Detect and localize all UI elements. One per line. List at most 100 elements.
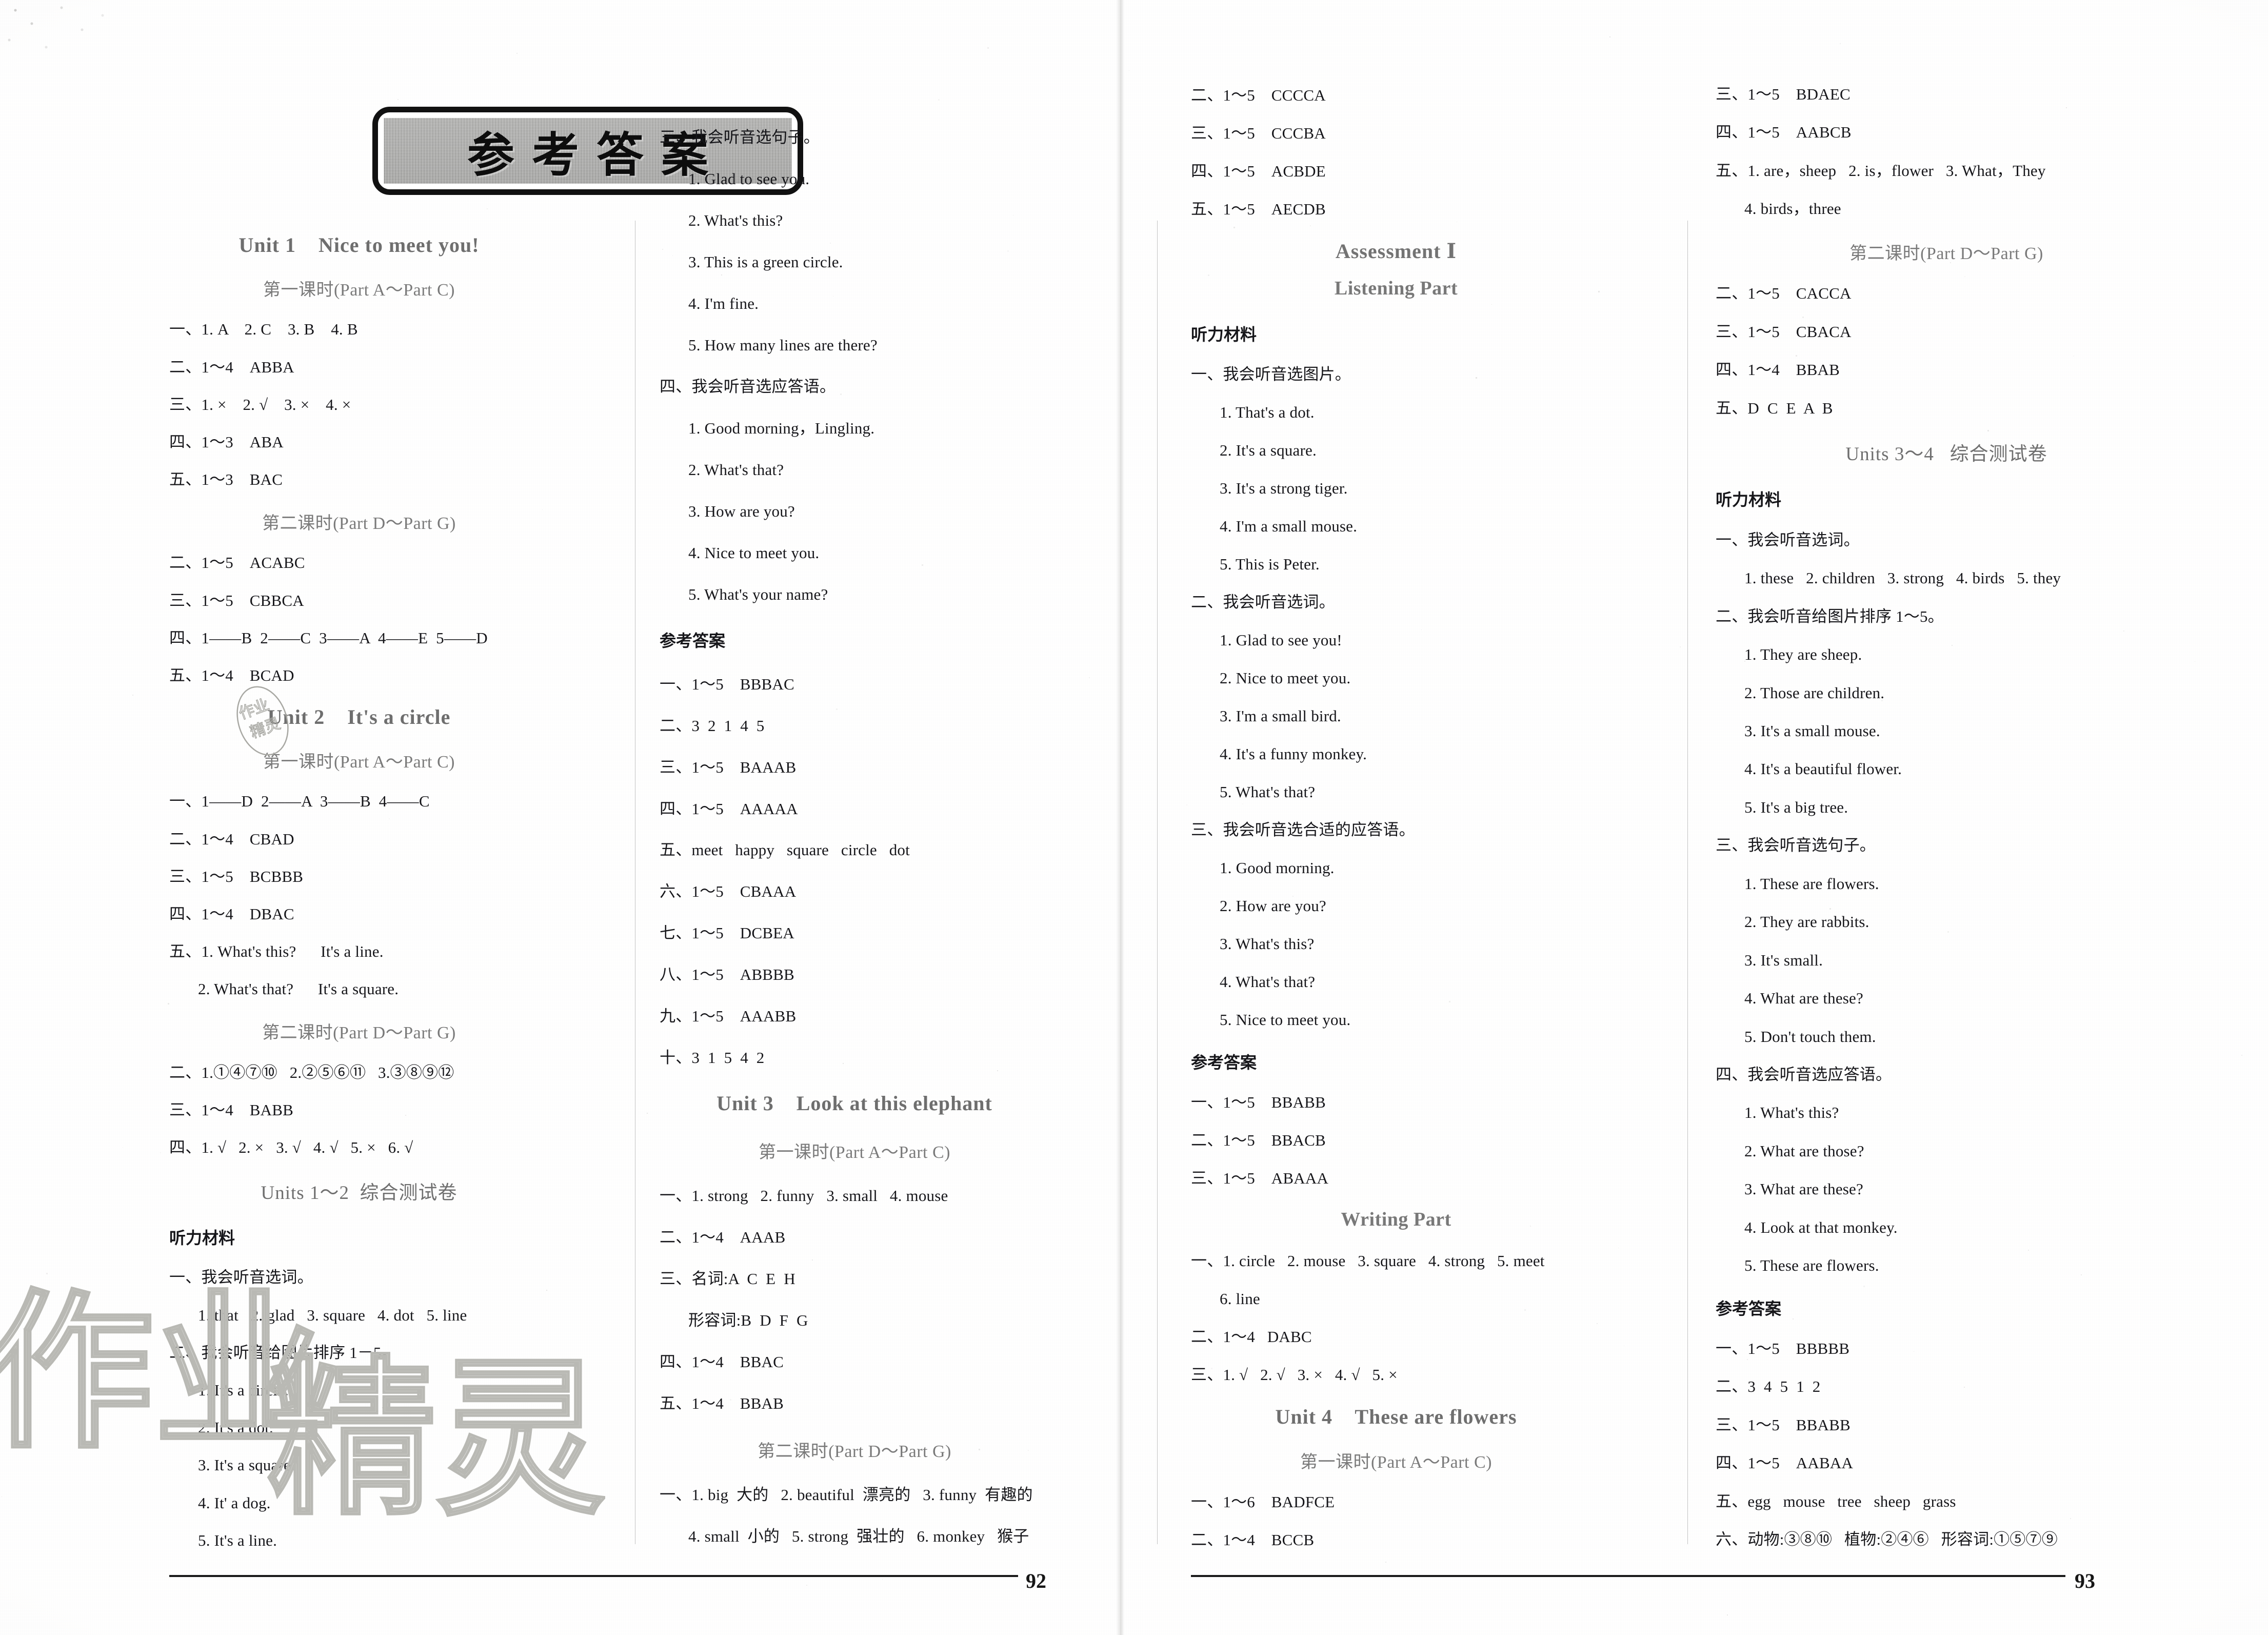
answer-line-indented: 形容词:B D F G — [688, 1311, 808, 1330]
test-paper-heading: Units 1～2 综合测试卷 — [261, 1183, 457, 1204]
page-bottom-rule-right — [1191, 1575, 2065, 1577]
answer-line: 五、1～5 AECDB — [1191, 200, 1326, 218]
answer-line: 二、我会听音选词。 — [1191, 593, 1335, 611]
book-gutter — [1116, 0, 1124, 1635]
answer-line: 四、我会听音选应答语。 — [660, 377, 836, 396]
answer-line-indented: 3. I'm a small bird. — [1220, 707, 1341, 725]
answer-line-indented: 4. I'm fine. — [688, 294, 759, 312]
answer-line-indented: 1. these 2. children 3. strong 4. birds … — [1744, 569, 2061, 587]
answer-line-indented: 1. That's a dot. — [1220, 403, 1315, 421]
lesson-subheading: 第一课时(Part A～Part C) — [1300, 1453, 1493, 1472]
answer-line: 四、1. √ 2. × 3. √ 4. √ 5. × 6. √ — [169, 1138, 413, 1156]
answer-line-indented: 4. What's that? — [1220, 973, 1316, 991]
answer-line: 二、1～4 AAAB — [660, 1228, 786, 1247]
answer-line: 三、我会听音选合适的应答语。 — [1191, 821, 1415, 839]
answer-line: 三、我会听音选句子。 — [1716, 836, 1876, 855]
answer-line: 五、1～3 BAC — [169, 470, 283, 489]
answer-line: 四、1——B 2——C 3——A 4——E 5——D — [169, 628, 488, 647]
answer-line: 四、1～4 BBAC — [660, 1353, 784, 1371]
answer-line: 一、1. A 2. C 3. B 4. B — [169, 320, 358, 339]
answer-line: 四、1～5 AABAA — [1716, 1454, 1854, 1472]
page-number-right: 93 — [2075, 1569, 2095, 1592]
answer-line: 三、1～5 BDAEC — [1716, 85, 1851, 103]
answer-line: 四、我会听音选应答语。 — [1716, 1065, 1892, 1084]
answer-line-indented: 1. Good morning. — [1220, 859, 1335, 877]
answer-line-indented: 5. What's that? — [1220, 783, 1316, 801]
assessment-heading: Assessment Ⅰ — [1335, 240, 1457, 263]
answer-line: 一、1——D 2——A 3——B 4——C — [169, 792, 430, 811]
answer-line: 一、1～6 BADFCE — [1191, 1493, 1335, 1511]
lesson-subheading: 第一课时(Part A～Part C) — [758, 1143, 951, 1163]
answer-line: 一、1. circle 2. mouse 3. square 4. strong… — [1191, 1252, 1545, 1270]
answer-line-indented: 1. They are sheep. — [1744, 645, 1862, 664]
answer-line: 五、meet happy square circle dot — [660, 841, 910, 859]
answer-line: 二、1～4 CBAD — [169, 830, 294, 848]
answer-line-indented: 2. It's a square. — [1220, 441, 1317, 459]
answer-line: 二、1～5 BBACB — [1191, 1131, 1326, 1149]
answer-line: 三、1～5 ABAAA — [1191, 1169, 1329, 1187]
answer-line-indented: 4. birds，three — [1744, 200, 1841, 218]
answer-line: 二、1～4 ABBA — [169, 358, 294, 376]
answer-line: 三、1～5 CBBCA — [169, 591, 304, 609]
answer-line: 二、我会听音给图片排序 1～5。 — [1716, 607, 1944, 625]
answer-line: 二、1～5 ACABC — [169, 554, 305, 572]
answer-line: 二、1～4 BCCB — [1191, 1531, 1315, 1549]
answer-line-indented: 1. Glad to see you. — [688, 169, 810, 188]
answer-line: 三、1～5 BAAAB — [660, 758, 797, 776]
answer-line: 三、1～5 CBACA — [1716, 322, 1852, 341]
answer-line: 五、1～4 BBAB — [660, 1394, 784, 1413]
answer-line: 一、1. big 大的 2. beautiful 漂亮的 3. funny 有趣… — [660, 1486, 1033, 1504]
lesson-subheading: 第二课时(Part D～Part G) — [262, 514, 456, 534]
lesson-subheading: 第二课时(Part D～Part G) — [262, 1023, 456, 1043]
answer-line-indented: 5. These are flowers. — [1744, 1256, 1879, 1275]
section-part-heading: Writing Part — [1341, 1209, 1451, 1230]
answer-line: 六、动物:③⑧⑩ 植物:②④⑥ 形容词:①⑤⑦⑨ — [1716, 1530, 2058, 1549]
answer-line-indented: 5. This is Peter. — [1220, 555, 1320, 573]
answer-line: 七、1～5 DCBEA — [660, 924, 794, 942]
section-label: 听力材料 — [1191, 325, 1257, 344]
answer-line-indented: 1. It's a circle. — [198, 1381, 289, 1399]
answer-line-indented: 1. Glad to see you! — [1220, 631, 1342, 649]
lesson-subheading: 第二课时(Part D～Part G) — [1849, 244, 2043, 263]
section-label: 参考答案 — [1716, 1298, 1782, 1318]
answer-line: 六、1～5 CBAAA — [660, 882, 797, 901]
answer-line-indented: 3. It's a square. — [198, 1456, 295, 1474]
answer-line: 五、egg mouse tree sheep grass — [1716, 1492, 1956, 1510]
answer-column-1: Unit 1 Nice to meet you! 第一课时(Part A～Part… — [169, 224, 549, 1570]
page-bottom-rule-left — [169, 1575, 1018, 1577]
answer-line-indented: 2. How are you? — [1220, 897, 1326, 915]
answer-line: 八、1～5 ABBBB — [660, 966, 794, 984]
answer-line: 三、名词:A C E H — [660, 1270, 795, 1288]
answer-line: 二、1～4 DABC — [1191, 1328, 1312, 1346]
section-label: 听力材料 — [169, 1228, 235, 1248]
answer-line-indented: 3. It's a small mouse. — [1744, 722, 1880, 740]
section-label: 参考答案 — [1191, 1053, 1257, 1072]
answer-line-indented: 4. It's a beautiful flower. — [1744, 760, 1902, 778]
column-divider-3 — [1687, 221, 1688, 1544]
answer-line: 九、1～5 AAABB — [660, 1007, 797, 1026]
lesson-subheading: 第一课时(Part A～Part C) — [263, 753, 455, 772]
answer-line-indented: 5. It's a line. — [198, 1531, 277, 1549]
answer-line: 五、1. are，sheep 2. is，flower 3. What，They — [1716, 161, 2046, 180]
answer-line-indented: 5. Don't touch them. — [1744, 1027, 1876, 1046]
unit-heading: Unit 3 Look at this elephant — [717, 1092, 992, 1115]
answer-line: 二、1.①④⑦⑩ 2.②⑤⑥⑪ 3.③⑧⑨⑫ — [169, 1063, 454, 1081]
answer-line: 四、1～5 AAAAA — [660, 799, 798, 818]
answer-line: 十、3 1 5 4 2 — [660, 1049, 765, 1067]
answer-line: 一、我会听音选词。 — [169, 1268, 313, 1287]
answer-line-indented: 4. Nice to meet you. — [688, 543, 820, 562]
answer-line: 一、1～5 BBBBB — [1716, 1339, 1850, 1357]
answer-line-indented: 3. What are these? — [1744, 1180, 1863, 1198]
lesson-subheading: 第二课时(Part D～Part G) — [758, 1442, 951, 1462]
answer-line-indented: 2. What's that? It's a square. — [198, 980, 399, 998]
answer-line: 五、D C E A B — [1716, 399, 1833, 417]
answer-line-indented: 3. What's this? — [1220, 935, 1315, 953]
answer-line-indented: 2. What's that? — [688, 460, 784, 479]
answer-line: 一、我会听音选图片。 — [1191, 365, 1351, 383]
answer-line-indented: 3. This is a green circle. — [688, 252, 843, 271]
section-label: 参考答案 — [660, 631, 726, 651]
answer-line: 五、1～4 BCAD — [169, 666, 294, 684]
answer-line-indented: 4. It' a dog. — [198, 1493, 271, 1512]
answer-line-indented: 4. What are these? — [1744, 989, 1863, 1008]
answer-line: 二、1～5 CCCCA — [1191, 86, 1326, 104]
